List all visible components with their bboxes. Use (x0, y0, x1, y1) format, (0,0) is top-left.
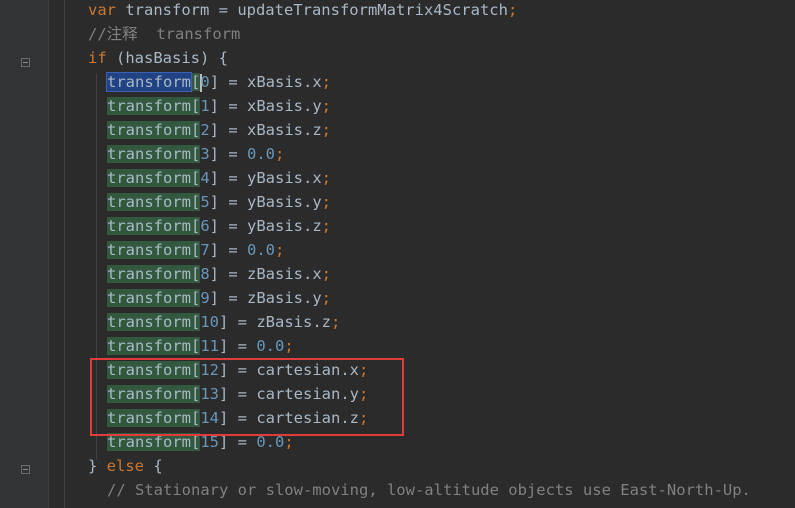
code-token: transform[ (107, 145, 201, 163)
code-line[interactable]: transform[6] = yBasis.z; (107, 214, 331, 238)
code-line[interactable]: transform[7] = 0.0; (107, 238, 284, 262)
code-line[interactable]: transform[1] = xBasis.y; (107, 94, 331, 118)
indent-guide (64, 0, 65, 508)
code-line[interactable]: //注释 transform (88, 22, 240, 46)
code-token: [ (191, 73, 201, 91)
code-line[interactable]: if (hasBasis) { (88, 46, 228, 70)
code-token: // Stationary or slow-moving, low-altitu… (107, 481, 751, 499)
code-token: ; (321, 193, 331, 211)
code-token: 11 (200, 337, 219, 355)
fold-collapse-icon[interactable] (21, 465, 30, 474)
code-token: 5 (200, 193, 210, 211)
code-token: ] = zBasis.y (209, 289, 322, 307)
code-line[interactable]: // Stationary or slow-moving, low-altitu… (107, 478, 751, 502)
code-line[interactable]: transform[10] = zBasis.z; (107, 310, 340, 334)
code-token: 0.0 (247, 241, 275, 259)
code-token: 6 (200, 217, 210, 235)
code-token: 7 (200, 241, 210, 259)
code-token: transform[ (107, 265, 201, 283)
code-line[interactable]: transform[3] = 0.0; (107, 142, 284, 166)
gutter-separator (48, 0, 49, 508)
code-token: transform[ (107, 97, 201, 115)
code-token: ] = zBasis.x (209, 265, 322, 283)
code-token: 0 (200, 73, 210, 91)
code-token: //注释 transform (88, 25, 241, 43)
code-token: 3 (200, 145, 210, 163)
code-token: ; (275, 241, 285, 259)
code-token: ] = yBasis.z (209, 217, 322, 235)
code-line[interactable]: transform[11] = 0.0; (107, 334, 294, 358)
code-token: transform[ (107, 337, 201, 355)
code-token: ] = (219, 337, 257, 355)
code-token: transform[ (107, 217, 201, 235)
code-token: var (88, 1, 116, 19)
code-token: ] = zBasis.z (219, 313, 331, 331)
code-token: ] = xBasis.z (209, 121, 322, 139)
fold-collapse-icon[interactable] (21, 58, 30, 67)
code-token: (hasBasis) { (106, 49, 228, 67)
code-line[interactable]: transform[0] = xBasis.x; (106, 70, 332, 94)
code-token: ] = (209, 241, 247, 259)
code-token: if (88, 49, 107, 67)
code-token: transform[ (107, 289, 201, 307)
code-token: transform[ (107, 241, 201, 259)
code-token: ; (321, 121, 331, 139)
code-token: ] = yBasis.x (209, 169, 322, 187)
code-token: ] = xBasis.x (209, 73, 322, 91)
code-line[interactable]: var transform = updateTransformMatrix4Sc… (88, 0, 517, 22)
code-token: ; (507, 1, 518, 19)
code-token: 10 (200, 313, 219, 331)
code-token: transform[ (107, 193, 201, 211)
code-token: 0.0 (247, 145, 275, 163)
code-token: ] = yBasis.y (209, 193, 322, 211)
code-line[interactable]: transform[4] = yBasis.x; (107, 166, 331, 190)
code-token: ; (330, 313, 341, 331)
code-token: ; (275, 145, 285, 163)
code-token: } (88, 457, 107, 475)
code-line[interactable]: transform[2] = xBasis.z; (107, 118, 331, 142)
code-token: ; (321, 265, 331, 283)
code-token: 8 (200, 265, 210, 283)
code-line[interactable]: } else { (88, 454, 163, 478)
code-token: transform[ (107, 169, 201, 187)
editor-gutter (0, 0, 48, 508)
code-token: ; (321, 289, 331, 307)
annotation-highlight-box (90, 358, 404, 436)
code-token: else (106, 457, 144, 475)
code-token: transform (106, 72, 192, 92)
code-line[interactable]: transform[8] = zBasis.x; (107, 262, 331, 286)
code-token: ; (321, 169, 331, 187)
code-token: 1 (200, 97, 210, 115)
code-token: ; (321, 97, 331, 115)
code-token: ; (321, 217, 331, 235)
code-token: ] = (209, 145, 247, 163)
code-line[interactable]: transform[9] = zBasis.y; (107, 286, 331, 310)
code-token: ] = xBasis.y (209, 97, 322, 115)
code-token: ; (284, 337, 294, 355)
code-token: { (144, 457, 163, 475)
code-token: transform[ (107, 313, 201, 331)
code-token: 4 (200, 169, 210, 187)
code-token: transform[ (107, 121, 201, 139)
code-token: 9 (200, 289, 210, 307)
code-token: ; (321, 73, 332, 91)
code-token: 2 (200, 121, 210, 139)
code-token: 0.0 (256, 337, 285, 355)
code-token: transform = updateTransformMatrix4Scratc… (116, 1, 508, 19)
code-line[interactable]: transform[5] = yBasis.y; (107, 190, 331, 214)
code-editor[interactable]: var transform = updateTransformMatrix4Sc… (0, 0, 795, 508)
